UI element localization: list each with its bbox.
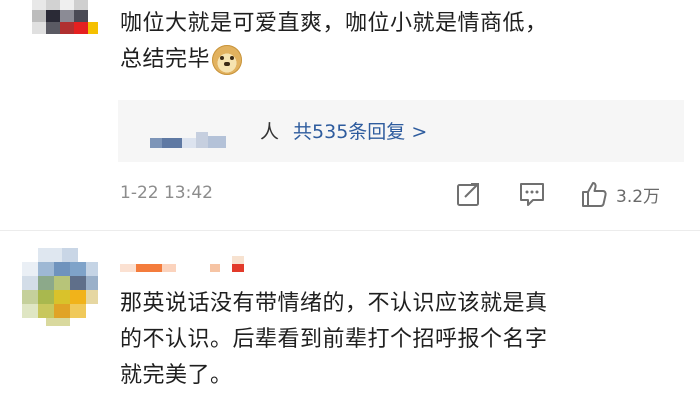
comment-line: 咖位大就是可爱直爽，咖位小就是情商低， (120, 11, 548, 36)
reply-person-label: 人 (260, 121, 280, 143)
like-icon (582, 182, 607, 207)
share-button[interactable] (456, 178, 482, 210)
comment-button[interactable] (518, 178, 546, 210)
comment-line: 就完美了。 (120, 363, 233, 388)
like-button[interactable]: 3.2万 (580, 178, 660, 210)
share-icon (457, 183, 479, 206)
reply-count-link[interactable]: 共535条回复 > (293, 121, 427, 143)
comment-icon (520, 183, 544, 206)
replier-avatars (150, 124, 226, 148)
divider (0, 230, 700, 231)
comment-line: 的不认识。后辈看到前辈打个招呼报个名字 (120, 327, 548, 352)
comment-text: 那英说话没有带情绪的，不认识应该就是真 的不认识。后辈看到前辈打个招呼报个名字 … (120, 286, 690, 394)
comment-line: 总结完毕 (120, 42, 690, 78)
comment-text: 咖位大就是可爱直爽，咖位小就是情商低， 总结完毕 (120, 6, 690, 78)
comment-timestamp: 1-22 13:42 (120, 183, 213, 203)
doge-emoji (212, 45, 243, 75)
avatar[interactable] (22, 248, 98, 326)
username[interactable] (120, 252, 270, 276)
comment-line: 那英说话没有带情绪的，不认识应该就是真 (120, 291, 548, 316)
like-count: 3.2万 (616, 186, 661, 207)
reply-link[interactable]: 人共535条回复 > (260, 117, 427, 144)
avatar[interactable] (32, 0, 100, 40)
